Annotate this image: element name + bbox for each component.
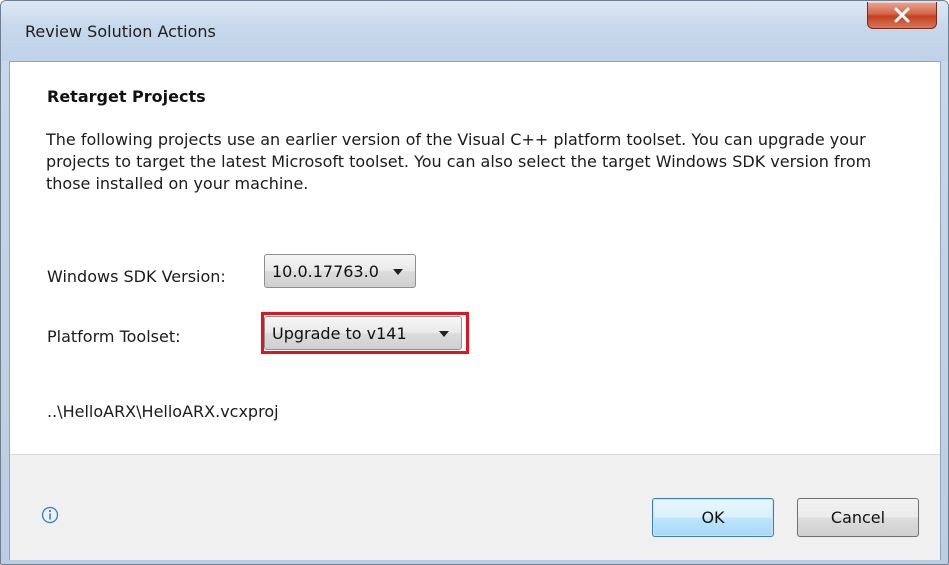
title-bar: Review Solution Actions bbox=[1, 1, 948, 61]
window-title: Review Solution Actions bbox=[25, 22, 216, 41]
dialog-client-area: Retarget Projects The following projects… bbox=[9, 61, 941, 560]
cancel-button[interactable]: Cancel bbox=[797, 498, 919, 537]
info-icon[interactable] bbox=[41, 506, 59, 524]
section-heading: Retarget Projects bbox=[47, 87, 206, 106]
project-path: ..\HelloARX\HelloARX.vcxproj bbox=[47, 402, 279, 421]
sdk-version-label: Windows SDK Version: bbox=[47, 267, 226, 286]
highlight-box bbox=[261, 312, 469, 354]
chevron-down-icon bbox=[393, 269, 403, 275]
close-button[interactable] bbox=[867, 2, 937, 29]
sdk-version-value: 10.0.17763.0 bbox=[272, 262, 379, 281]
dialog-window: Review Solution Actions Retarget Project… bbox=[0, 0, 949, 565]
ok-button[interactable]: OK bbox=[652, 498, 774, 537]
close-icon bbox=[894, 7, 910, 23]
sdk-version-dropdown[interactable]: 10.0.17763.0 bbox=[264, 254, 416, 288]
platform-toolset-label: Platform Toolset: bbox=[47, 327, 181, 346]
description-text: The following projects use an earlier ve… bbox=[46, 130, 872, 193]
dialog-content: Retarget Projects The following projects… bbox=[10, 62, 940, 454]
